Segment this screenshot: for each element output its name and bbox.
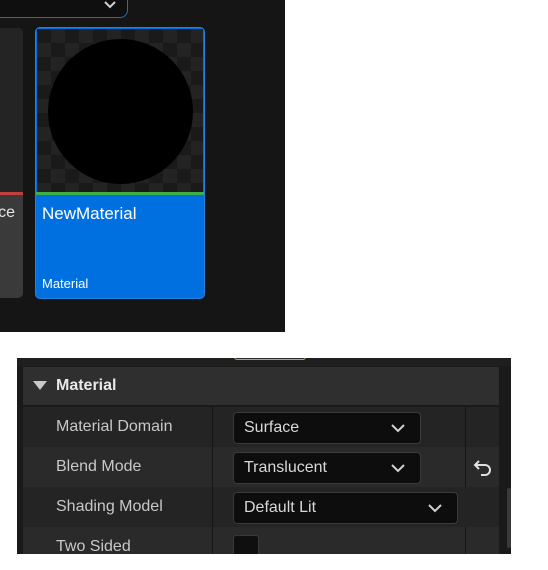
- dropdown-value: Translucent: [244, 459, 327, 476]
- shading-model-dropdown[interactable]: Default Lit: [233, 492, 458, 524]
- reset-to-default-icon[interactable]: [472, 457, 494, 477]
- asset-tile[interactable]: ce: [0, 28, 23, 298]
- dropdown-value: Default Lit: [244, 499, 317, 516]
- blend-mode-dropdown[interactable]: Translucent: [233, 452, 421, 484]
- asset-thumbnail: [0, 28, 23, 192]
- property-label: Shading Model: [56, 498, 163, 515]
- column-divider: [212, 527, 213, 554]
- details-scrollbar[interactable]: [507, 488, 511, 548]
- material-domain-dropdown[interactable]: Surface: [233, 412, 421, 444]
- chevron-down-icon: [391, 464, 405, 473]
- content-browser-panel: ce NewMaterial Material: [0, 0, 285, 332]
- asset-type-color-bar: [36, 192, 204, 195]
- property-row-shading-model: Shading Model Default Lit: [23, 487, 499, 527]
- column-divider: [465, 447, 466, 487]
- chevron-down-icon: [391, 424, 405, 433]
- two-sided-checkbox[interactable]: [233, 535, 259, 554]
- property-row-material-domain: Material Domain Surface: [23, 407, 499, 447]
- asset-tile-newmaterial[interactable]: NewMaterial Material: [36, 28, 204, 298]
- details-top-tab: [234, 358, 306, 360]
- column-divider: [212, 487, 213, 527]
- column-divider: [465, 407, 466, 447]
- column-divider: [212, 407, 213, 447]
- asset-name: ce: [0, 204, 15, 221]
- asset-type-label: Material: [42, 276, 89, 291]
- triangle-down-icon[interactable]: [33, 381, 47, 390]
- chevron-down-icon: [104, 1, 116, 9]
- asset-name: NewMaterial: [42, 204, 137, 223]
- chevron-down-icon: [428, 504, 442, 513]
- property-row-blend-mode: Blend Mode Translucent: [23, 447, 499, 487]
- property-label: Blend Mode: [56, 458, 142, 475]
- details-panel: Material Material Domain Surface Blend M…: [17, 358, 511, 554]
- property-label: Two Sided: [56, 538, 131, 554]
- dropdown-value: Surface: [244, 419, 300, 436]
- filter-dropdown[interactable]: [0, 0, 128, 18]
- material-preview-sphere: [48, 39, 193, 184]
- category-label: Material: [56, 377, 117, 394]
- column-divider: [465, 527, 466, 554]
- property-label: Material Domain: [56, 418, 173, 435]
- asset-type-color-bar: [0, 192, 23, 195]
- column-divider: [212, 447, 213, 487]
- property-row-two-sided: Two Sided: [23, 527, 499, 554]
- category-header-material[interactable]: Material: [23, 367, 499, 405]
- material-thumbnail: [37, 29, 203, 192]
